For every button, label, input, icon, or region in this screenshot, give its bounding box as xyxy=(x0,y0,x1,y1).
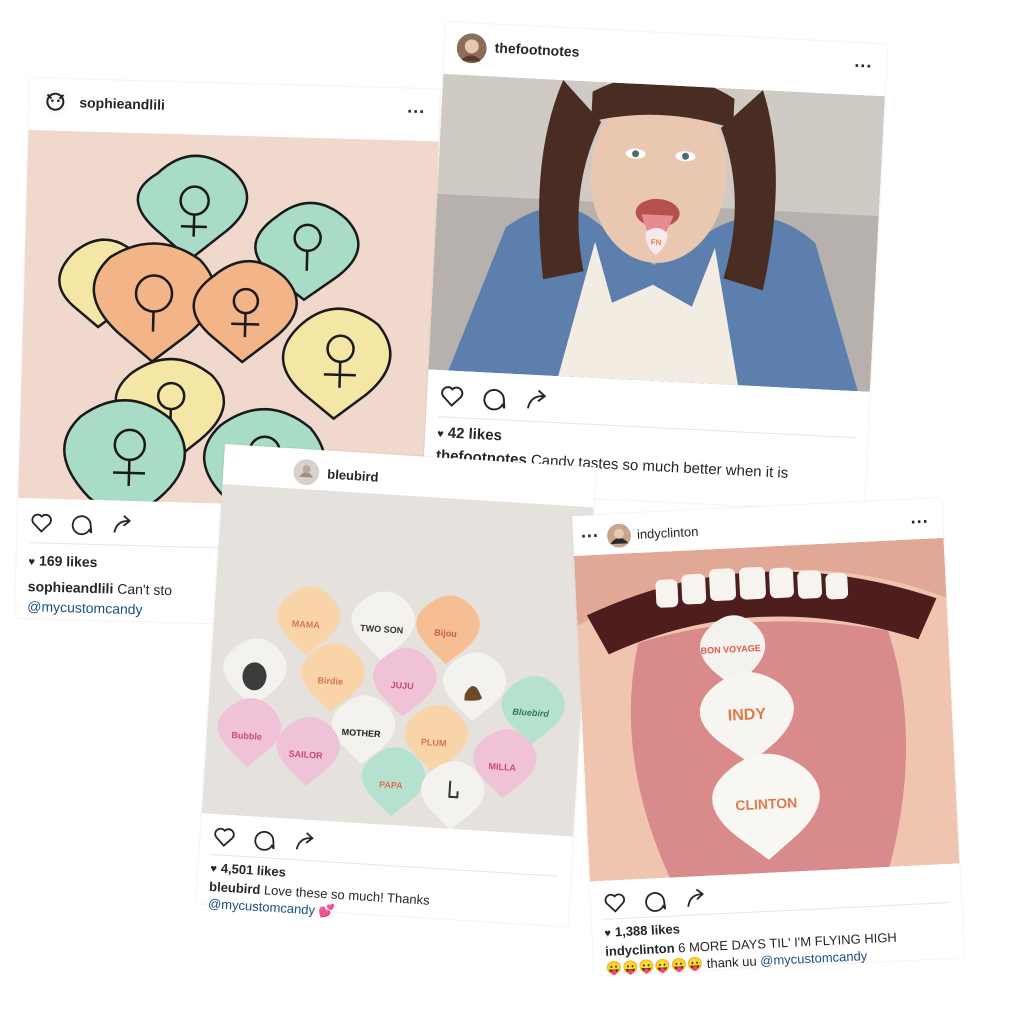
post-photo: BON VOYAGE INDY CLINTON xyxy=(573,537,960,882)
caption-username[interactable]: indyclinton xyxy=(605,941,675,959)
post-photo: FN xyxy=(428,73,885,392)
post-photo: MAMA TWO SON Bijou Birdie JUJU Bluebird … xyxy=(201,483,594,837)
candy-label: INDY xyxy=(727,706,766,725)
caption-text-2: thank uu xyxy=(706,953,757,971)
heart-icon[interactable] xyxy=(438,382,465,409)
heart-icon[interactable] xyxy=(29,510,54,535)
heart-icon: ♥ xyxy=(436,428,444,441)
emoji-row: 😛😛😛😛😛😛 xyxy=(605,956,704,976)
caption-username[interactable]: bleubird xyxy=(209,879,261,897)
likes-count[interactable]: ♥ 4,501 likes xyxy=(210,860,286,880)
heart-icon: ♥ xyxy=(209,862,218,876)
avatar[interactable] xyxy=(456,33,487,64)
avatar[interactable] xyxy=(606,523,632,548)
likes-count[interactable]: ♥ 169 likes xyxy=(28,552,97,570)
candy-label: Birdie xyxy=(317,675,343,687)
mention-link[interactable]: @mycustomcandy xyxy=(760,948,868,968)
comment-icon[interactable] xyxy=(70,511,95,536)
post-header: sophieandlili ... xyxy=(29,78,440,139)
action-bar xyxy=(29,510,147,539)
action-bar xyxy=(438,382,562,414)
candy-label: SAILOR xyxy=(288,749,323,761)
avatar[interactable] xyxy=(41,88,70,117)
post-indyclinton: ... indyclinton ... BON VOYAGE INDY CLIN… xyxy=(572,497,965,976)
avatar[interactable] xyxy=(293,458,321,486)
action-bar xyxy=(602,885,720,917)
caption: bleubird Love these so much! Thanks @myc… xyxy=(208,878,559,934)
post-bleubird: bleubird MAMA TWO SON Bijou Birdie JUJU xyxy=(196,444,597,927)
candy-label: MAMA xyxy=(292,619,321,631)
emoji: 💕 xyxy=(318,902,336,919)
more-icon[interactable]: ... xyxy=(854,51,873,73)
caption-username[interactable]: sophieandlili xyxy=(28,578,114,596)
share-icon[interactable] xyxy=(683,886,708,911)
candy-label: Bijou xyxy=(434,628,457,639)
share-icon[interactable] xyxy=(523,386,550,413)
candy-label: Bubble xyxy=(231,730,262,742)
heart-icon[interactable] xyxy=(212,824,237,849)
more-icon[interactable]: ... xyxy=(580,521,599,543)
action-bar xyxy=(211,824,329,857)
heart-icon: ♥ xyxy=(28,556,36,569)
candy-label: PAPA xyxy=(379,779,404,790)
post-thefootnotes: thefootnotes ... FN ♥ 42 likes thefootnot… xyxy=(422,22,888,512)
more-icon[interactable]: ... xyxy=(910,507,929,529)
comment-icon[interactable] xyxy=(643,888,668,913)
likes-count[interactable]: ♥ 42 likes xyxy=(436,424,502,445)
username[interactable]: bleubird xyxy=(327,466,379,484)
candy-label: JUJU xyxy=(390,680,414,691)
username[interactable]: sophieandlili xyxy=(79,94,165,112)
heart-icon: ♥ xyxy=(604,927,612,940)
more-icon[interactable]: ... xyxy=(407,97,426,118)
username[interactable]: thefootnotes xyxy=(494,40,579,60)
candy-label: PLUM xyxy=(421,737,447,749)
comment-icon[interactable] xyxy=(252,827,277,852)
share-icon[interactable] xyxy=(292,829,317,854)
likes-count[interactable]: ♥ 1,388 likes xyxy=(604,921,680,940)
candy-label: CLINTON xyxy=(735,794,798,813)
username[interactable]: indyclinton xyxy=(637,524,699,542)
mention-link[interactable]: @mycustomcandy xyxy=(27,598,143,617)
heart-icon[interactable] xyxy=(602,890,627,915)
caption-text: Can't sto xyxy=(117,580,173,599)
candy-label: MILLA xyxy=(488,761,517,773)
share-icon[interactable] xyxy=(110,512,135,537)
candy-text: FN xyxy=(651,238,662,248)
comment-icon[interactable] xyxy=(481,384,508,411)
